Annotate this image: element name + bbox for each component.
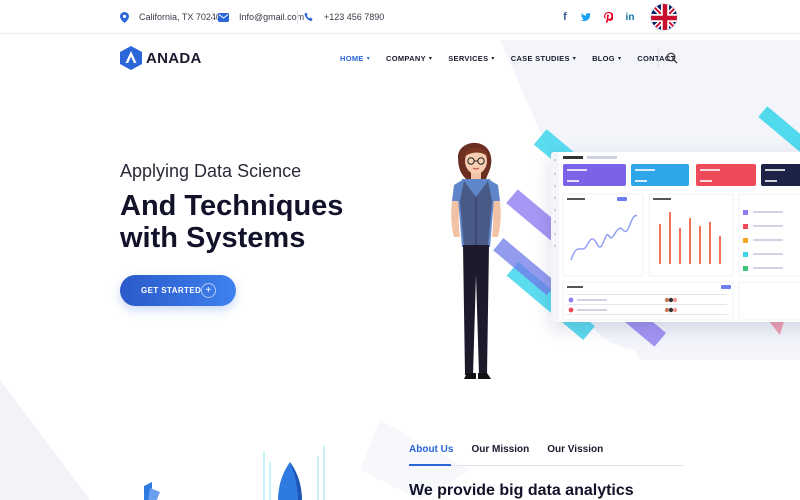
nav-item-services[interactable]: SERVICES ▾ (448, 54, 495, 63)
chevron-down-icon: ▾ (491, 55, 495, 62)
plus-icon: + (201, 283, 216, 298)
nav-item-case-studies[interactable]: CASE STUDIES ▾ (511, 54, 576, 63)
facebook-icon[interactable]: f (555, 6, 575, 28)
pinterest-icon[interactable] (597, 6, 619, 28)
hero-title-line-1: And Techniques (120, 190, 344, 222)
dashboard-mockup-image (551, 152, 800, 322)
chevron-down-icon: ▾ (617, 55, 622, 62)
nav-item-company[interactable]: COMPANY ▾ (386, 54, 432, 63)
logo-hexagon-icon (120, 46, 142, 70)
logo-text: ANADA (146, 49, 202, 67)
location-text: California, TX 70240 (139, 12, 221, 22)
about-heading: We provide big data analytics (409, 482, 634, 499)
tab-about-us[interactable]: About Us (409, 444, 453, 466)
twitter-icon[interactable] (575, 6, 597, 28)
linkedin-icon[interactable]: in (619, 6, 641, 28)
envelope-icon (218, 12, 229, 22)
tab-our-vission[interactable]: Our Vission (547, 444, 603, 466)
nav-item-blog[interactable]: BLOG ▾ (592, 54, 621, 63)
nav-item-home[interactable]: HOME ▾ (340, 54, 370, 63)
hero-subtitle: Applying Data Science (120, 161, 302, 181)
chevron-down-icon: ▾ (428, 55, 433, 62)
hero-title-line-2: with Systems (120, 222, 306, 254)
active-tab-indicator (409, 464, 451, 466)
phone-info[interactable]: +123 456 7890 (304, 0, 384, 34)
woman-illustration (451, 142, 501, 379)
hero-title: And Techniques with Systems (120, 190, 400, 254)
get-started-label: GET STARTED (141, 286, 202, 295)
email-info[interactable]: Info@gmail.com (218, 0, 304, 34)
phone-icon (304, 12, 314, 22)
email-text[interactable]: Info@gmail.com (239, 12, 304, 22)
get-started-button[interactable]: GET STARTED + (120, 275, 236, 306)
chevron-down-icon: ▾ (572, 55, 577, 62)
location-info: California, TX 70240 (120, 0, 221, 34)
rocket-illustration (144, 432, 340, 500)
location-pin-icon (120, 11, 129, 23)
chevron-down-icon: ▾ (366, 55, 371, 62)
main-navigation: ANADA HOME ▾ COMPANY ▾ SERVICES ▾ CASE STUD… (0, 35, 800, 81)
logo[interactable]: ANADA (120, 46, 202, 70)
nav-menu: HOME ▾ COMPANY ▾ SERVICES ▾ CASE STUDIES ▾ B… (340, 35, 691, 81)
phone-text[interactable]: +123 456 7890 (324, 12, 384, 22)
uk-flag-icon[interactable] (650, 3, 678, 31)
social-links: f in (555, 0, 641, 34)
top-bar: California, TX 70240 Info@gmail.com +123… (0, 0, 800, 34)
about-tabs: About Us Our Mission Our Vission (409, 444, 621, 466)
search-icon[interactable] (666, 51, 680, 65)
tab-our-mission[interactable]: Our Mission (471, 444, 529, 466)
